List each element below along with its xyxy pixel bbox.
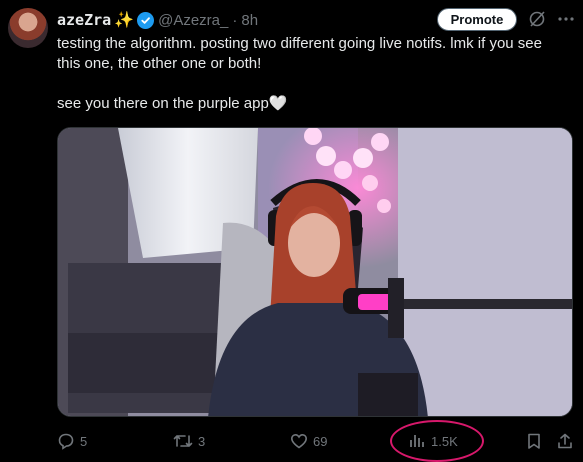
share-icon[interactable] — [556, 432, 574, 450]
reply-count: 5 — [80, 433, 88, 449]
heart-icon — [290, 433, 308, 449]
promote-button[interactable]: Promote — [437, 8, 517, 31]
tweet-text-line-2: see you there on the purple app🤍 — [57, 95, 288, 112]
reply-icon — [58, 433, 74, 450]
display-name[interactable]: azeZra — [57, 11, 111, 29]
like-count: 69 — [313, 433, 328, 449]
bookmark-icon[interactable] — [525, 432, 543, 450]
verified-badge-icon — [137, 11, 155, 29]
avatar[interactable] — [8, 8, 48, 48]
more-options-icon[interactable] — [557, 10, 575, 28]
separator-dot: · — [232, 11, 238, 29]
tweet-header: azeZra ✨ @Azezra_ · 8h — [57, 10, 258, 30]
handle[interactable]: @Azezra_ — [158, 12, 228, 29]
media-image[interactable] — [57, 127, 573, 417]
reply-button[interactable]: 5 — [57, 432, 87, 450]
retweet-icon — [173, 435, 193, 447]
timestamp[interactable]: 8h — [241, 12, 258, 29]
stream-screenshot — [58, 128, 572, 416]
tweet-text: testing the algorithm. posting two diffe… — [57, 34, 562, 114]
like-button[interactable]: 69 — [290, 432, 327, 450]
retweet-button[interactable]: 3 — [173, 432, 205, 450]
grok-icon[interactable] — [528, 10, 546, 28]
tweet-text-line-1: testing the algorithm. posting two diffe… — [57, 35, 542, 72]
sparkle-emoji: ✨ — [114, 12, 135, 29]
retweet-count: 3 — [198, 433, 206, 449]
annotation-circle — [390, 420, 484, 462]
